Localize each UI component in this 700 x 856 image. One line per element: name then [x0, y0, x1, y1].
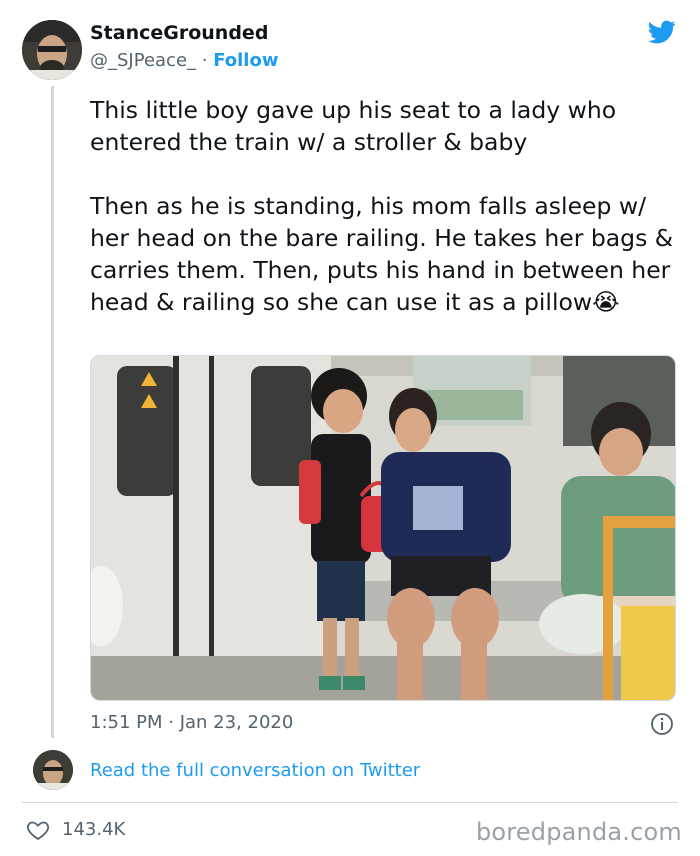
avatar-image [22, 20, 82, 80]
follow-button[interactable]: Follow [213, 50, 278, 71]
info-icon[interactable] [650, 712, 674, 736]
heart-icon[interactable] [26, 818, 50, 842]
twitter-bird-icon[interactable] [646, 18, 678, 46]
reply-avatar-image [33, 750, 73, 790]
timestamp[interactable]: 1:51 PM · Jan 23, 2020 [90, 712, 293, 733]
watermark: boredpanda.com [475, 818, 682, 846]
tweet-paragraph-2: Then as he is standing, his mom falls as… [90, 192, 681, 316]
tweet-text: This little boy gave up his seat to a la… [90, 94, 675, 318]
tweet-paragraph-1: This little boy gave up his seat to a la… [90, 96, 624, 156]
handle-row: @_SJPeace_ · Follow [90, 50, 278, 71]
display-name[interactable]: StanceGrounded [90, 22, 268, 44]
avatar[interactable] [22, 20, 82, 80]
handle[interactable]: @_SJPeace_ [90, 50, 196, 71]
read-conversation-link[interactable]: Read the full conversation on Twitter [90, 760, 420, 781]
tweet-photo[interactable] [90, 355, 676, 701]
reply-avatar[interactable] [33, 750, 73, 790]
train-photo [91, 356, 675, 700]
divider [22, 802, 678, 803]
thread-line [51, 86, 54, 738]
separator: · [196, 50, 214, 71]
like-count: 143.4K [62, 819, 126, 840]
